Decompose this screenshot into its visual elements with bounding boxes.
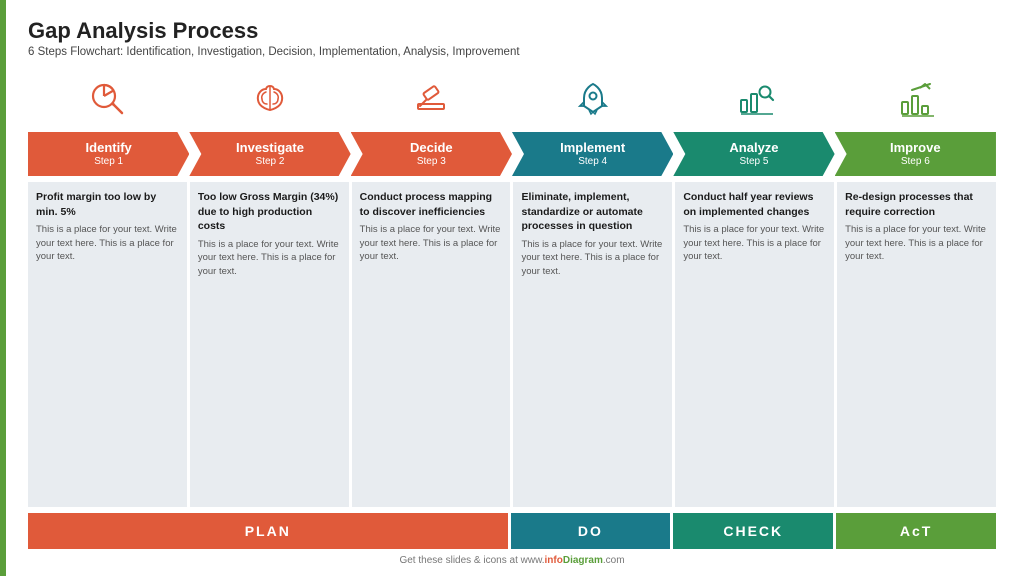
step-4-sub: Step 4 [560,156,625,168]
card-6-title: Re-design processes that require correct… [845,190,988,219]
step-5-arrow: Analyze Step 5 [673,132,834,176]
card-3: Conduct process mapping to discover inef… [352,182,511,507]
card-4: Eliminate, implement, standardize or aut… [513,182,672,507]
icon-cell-4 [512,70,673,128]
step-5-sub: Step 5 [729,156,778,168]
pdca-check-block: CHECK [673,513,833,549]
search-pie-icon [86,76,132,122]
step-2-label: Investigate [236,140,304,156]
footer: Get these slides & icons at www.infoDiag… [28,555,996,566]
step-3-arrow: Decide Step 3 [351,132,512,176]
card-4-body: This is a place for your text. Write you… [521,238,664,278]
step-5-label: Analyze [729,140,778,156]
card-2-body: This is a place for your text. Write you… [198,238,341,278]
step-1-label: Identify [86,140,132,156]
step-6-label: Improve [890,140,941,156]
card-5-body: This is a place for your text. Write you… [683,223,826,263]
step-4-arrow: Implement Step 4 [512,132,673,176]
rocket-icon [570,76,616,122]
card-1-body: This is a place for your text. Write you… [36,223,179,263]
card-3-title: Conduct process mapping to discover inef… [360,190,503,219]
step-3-sub: Step 3 [410,156,453,168]
icon-cell-5 [673,70,834,128]
pdca-check-label: CHECK [723,523,783,539]
icon-cell-6 [835,70,996,128]
card-1: Profit margin too low by min. 5% This is… [28,182,187,507]
left-accent-bar [0,0,6,576]
pdca-plan-block: PLAN [28,513,508,549]
step-4-label: Implement [560,140,625,156]
icon-cell-1 [28,70,189,128]
card-3-body: This is a place for your text. Write you… [360,223,503,263]
pdca-do-label: DO [578,523,603,539]
step-1-arrow: Identify Step 1 [28,132,189,176]
card-2: Too low Gross Margin (34%) due to high p… [190,182,349,507]
step-2-sub: Step 2 [236,156,304,168]
card-1-title: Profit margin too low by min. 5% [36,190,179,219]
step-1-sub: Step 1 [86,156,132,168]
pdca-act-block: AcT [836,513,996,549]
steps-row: Identify Step 1 Investigate Step 2 Decid… [28,132,996,176]
card-5: Conduct half year reviews on implemented… [675,182,834,507]
card-5-title: Conduct half year reviews on implemented… [683,190,826,219]
header: Gap Analysis Process 6 Steps Flowchart: … [28,18,996,58]
icon-cell-3 [351,70,512,128]
step-6-arrow: Improve Step 6 [835,132,996,176]
brain-icon [247,76,293,122]
step-3-label: Decide [410,140,453,156]
card-2-title: Too low Gross Margin (34%) due to high p… [198,190,341,234]
step-6-sub: Step 6 [890,156,941,168]
footer-brand: infoDiagram [545,555,603,566]
icon-cell-2 [189,70,350,128]
pdca-plan-label: PLAN [245,523,291,539]
card-6: Re-design processes that require correct… [837,182,996,507]
cards-row: Profit margin too low by min. 5% This is… [28,182,996,507]
step-2-arrow: Investigate Step 2 [189,132,350,176]
gavel-icon [408,76,454,122]
chart-search-icon [731,76,777,122]
card-6-body: This is a place for your text. Write you… [845,223,988,263]
pdca-row: PLAN DO CHECK AcT [28,513,996,549]
icons-row [28,70,996,128]
page-title: Gap Analysis Process [28,18,996,44]
card-4-title: Eliminate, implement, standardize or aut… [521,190,664,234]
page-container: Gap Analysis Process 6 Steps Flowchart: … [0,0,1024,576]
page-subtitle: 6 Steps Flowchart: Identification, Inves… [28,46,996,58]
chart-up-icon [892,76,938,122]
pdca-do-block: DO [511,513,671,549]
pdca-act-label: AcT [900,523,932,539]
